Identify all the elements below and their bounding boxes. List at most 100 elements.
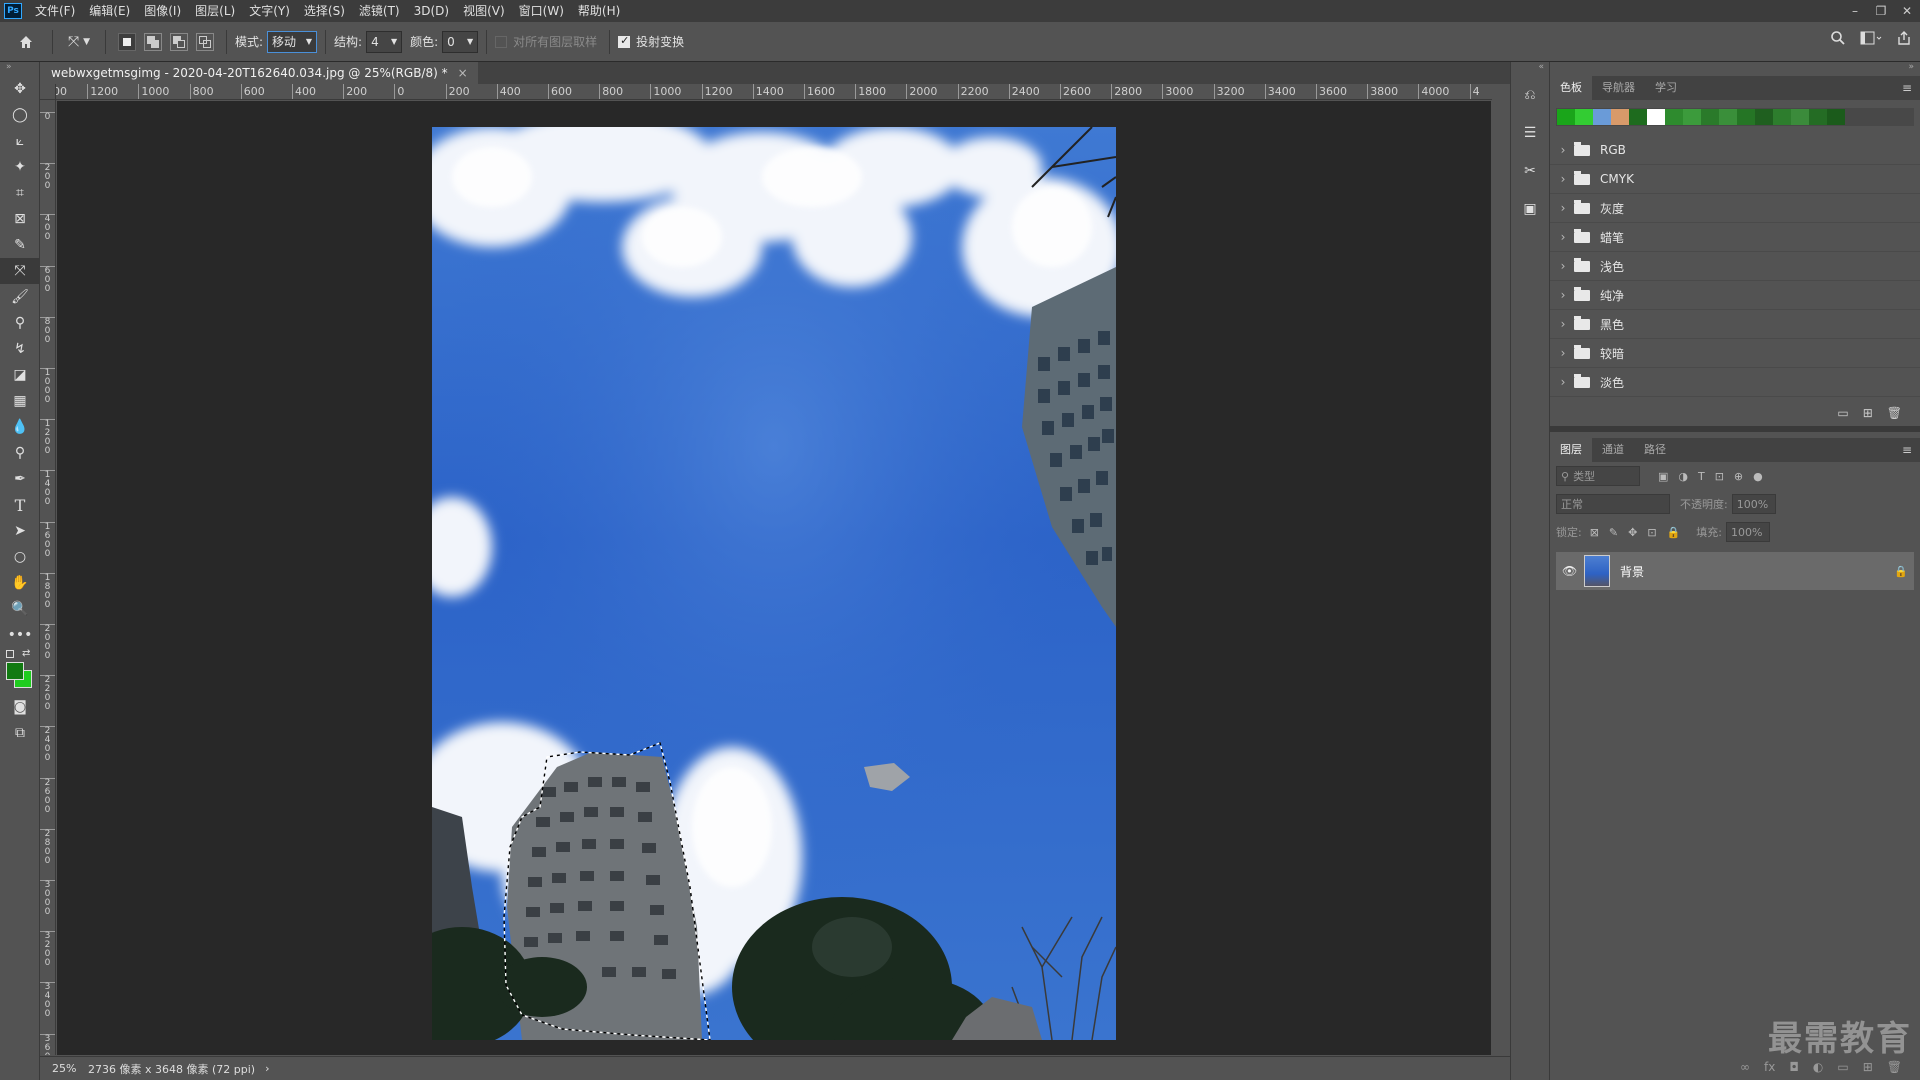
swatch-group[interactable]: › 较暗 — [1550, 339, 1920, 368]
magic-wand-tool[interactable]: ✦ — [0, 154, 40, 180]
close-window-button[interactable]: ✕ — [1894, 0, 1920, 22]
menu-view[interactable]: 视图(V) — [456, 0, 512, 22]
link-icon[interactable]: ∞ — [1740, 1060, 1750, 1074]
add-selection-button[interactable] — [144, 32, 162, 51]
structure-select[interactable]: 4 ▼ — [366, 30, 403, 53]
dodge-tool[interactable]: ⚲ — [0, 440, 40, 466]
menu-edit[interactable]: 编辑(E) — [82, 0, 137, 22]
chevron-right-icon[interactable]: › — [1556, 230, 1570, 244]
tab-layers[interactable]: 图层 — [1550, 438, 1592, 462]
sample-all-layers-checkbox[interactable] — [495, 35, 508, 48]
blur-tool[interactable]: 💧 — [0, 414, 40, 440]
quick-mask-button[interactable]: ◙ — [0, 694, 40, 720]
brush-tool[interactable]: 🖌 — [0, 284, 40, 310]
delete-icon[interactable]: 🗑 — [1887, 1060, 1902, 1074]
properties-panel-button[interactable]: ☰ — [1511, 114, 1549, 152]
fill-input[interactable]: 100% — [1726, 522, 1771, 542]
eyedropper-tool[interactable]: ✎ — [0, 232, 40, 258]
minimize-button[interactable]: – — [1842, 0, 1868, 22]
screen-mode-button[interactable]: ⧉ — [0, 720, 40, 746]
chevron-right-icon[interactable]: › — [1556, 143, 1570, 157]
swatch-group[interactable]: › 蜡笔 — [1550, 223, 1920, 252]
new-group-icon[interactable]: ▭ — [1837, 406, 1848, 420]
tab-paths[interactable]: 路径 — [1634, 438, 1676, 462]
chevron-right-icon[interactable]: › — [1556, 172, 1570, 186]
chevron-right-icon[interactable]: › — [1556, 317, 1570, 331]
chevron-right-icon[interactable]: › — [1556, 375, 1570, 389]
menu-window[interactable]: 窗口(W) — [512, 0, 571, 22]
menu-type[interactable]: 文字(Y) — [242, 0, 297, 22]
color-swatch[interactable] — [1791, 109, 1809, 125]
swatch-group[interactable]: › 纯净 — [1550, 281, 1920, 310]
swatch-group[interactable]: › 淡色 — [1550, 368, 1920, 397]
mode-select[interactable]: 移动 ▼ — [267, 30, 318, 53]
eye-icon[interactable]: 👁 — [1562, 564, 1578, 578]
menu-3d[interactable]: 3D(D) — [407, 0, 456, 22]
content-aware-move-tool[interactable]: ⤧ — [0, 258, 40, 284]
status-arrow-icon[interactable]: › — [265, 1062, 269, 1075]
crop-tool[interactable]: ⌗ — [0, 180, 40, 206]
chevron-right-icon[interactable]: › — [1556, 288, 1570, 302]
dock-collapse-icon[interactable]: « — [1511, 62, 1548, 76]
hand-tool[interactable]: ✋ — [0, 570, 40, 596]
swatch-group[interactable]: › 黑色 — [1550, 310, 1920, 339]
more-tools[interactable]: ••• — [0, 622, 40, 648]
gradient-tool[interactable]: ▦ — [0, 388, 40, 414]
marquee-tool[interactable]: ◯ — [0, 102, 40, 128]
swatch-group[interactable]: › 浅色 — [1550, 252, 1920, 281]
chevron-right-icon[interactable]: › — [1556, 259, 1570, 273]
color-select[interactable]: 0 ▼ — [442, 30, 479, 53]
restore-button[interactable]: ❐ — [1868, 0, 1894, 22]
panel-collapse-icon[interactable]: » — [0, 62, 39, 76]
blend-mode-select[interactable]: 正常 — [1556, 494, 1670, 514]
intersect-selection-button[interactable] — [196, 32, 214, 51]
mask-icon[interactable]: ◘ — [1789, 1060, 1799, 1074]
color-swatch[interactable] — [1665, 109, 1683, 125]
pen-tool[interactable]: ✒ — [0, 466, 40, 492]
path-selection-tool[interactable]: ➤ — [0, 518, 40, 544]
history-panel-button[interactable]: ⎌ — [1511, 76, 1549, 114]
layer-filter-icons[interactable]: ▣◑T⊡⊕● — [1658, 470, 1773, 483]
swap-colors-icon[interactable]: ⇄ — [22, 648, 30, 659]
new-selection-button[interactable] — [118, 32, 136, 51]
brush-settings-button[interactable]: ✂ — [1511, 152, 1549, 190]
color-swatch[interactable] — [1755, 109, 1773, 125]
frame-tool[interactable]: ⊠ — [0, 206, 40, 232]
lock-icons[interactable]: ⊠✎✥⊡🔒 — [1590, 526, 1691, 539]
eraser-tool[interactable]: ◪ — [0, 362, 40, 388]
document-image[interactable] — [432, 127, 1116, 1040]
new-swatch-icon[interactable]: ⊞ — [1863, 406, 1873, 420]
color-swatch[interactable] — [1575, 109, 1593, 125]
ellipse-tool[interactable]: ○ — [0, 544, 40, 570]
zoom-level[interactable]: 25% — [40, 1062, 78, 1075]
adjustment-icon[interactable]: ◐ — [1813, 1060, 1823, 1074]
workspace-icon[interactable] — [1860, 30, 1882, 46]
close-document-icon[interactable]: × — [458, 66, 468, 80]
foreground-color-swatch[interactable] — [6, 662, 24, 680]
layer-filter-select[interactable]: ⚲ 类型 — [1556, 466, 1640, 486]
color-swatch[interactable] — [1611, 109, 1629, 125]
color-swatch[interactable] — [1557, 109, 1575, 125]
fx-icon[interactable]: fx — [1764, 1060, 1775, 1074]
subtract-selection-button[interactable] — [170, 32, 188, 51]
menu-select[interactable]: 选择(S) — [297, 0, 352, 22]
type-tool[interactable]: T — [0, 492, 40, 518]
ruler-origin[interactable] — [40, 84, 56, 100]
color-swatch[interactable] — [1719, 109, 1737, 125]
transform-on-drop-checkbox[interactable] — [618, 34, 631, 48]
layer-row[interactable]: 👁 背景 🔒 — [1556, 552, 1914, 590]
layer-name[interactable]: 背景 — [1620, 563, 1894, 580]
color-swatch[interactable] — [1737, 109, 1755, 125]
opacity-input[interactable]: 100% — [1731, 494, 1776, 514]
color-swatch[interactable] — [1629, 109, 1647, 125]
chevron-right-icon[interactable]: › — [1556, 346, 1570, 360]
chevron-right-icon[interactable]: › — [1556, 201, 1570, 215]
panel-menu-icon[interactable]: ≡ — [1902, 438, 1920, 462]
tool-preset-picker[interactable]: ⤧ ▼ — [61, 29, 97, 55]
document-tab[interactable]: webwxgetmsgimg - 2020-04-20T162640.034.j… — [41, 62, 478, 84]
color-swatch[interactable] — [1809, 109, 1827, 125]
menu-layer[interactable]: 图层(L) — [188, 0, 242, 22]
new-layer-icon[interactable]: ⊞ — [1863, 1060, 1873, 1074]
color-swatch[interactable] — [1827, 109, 1845, 125]
swatch-group[interactable]: › 灰度 — [1550, 194, 1920, 223]
